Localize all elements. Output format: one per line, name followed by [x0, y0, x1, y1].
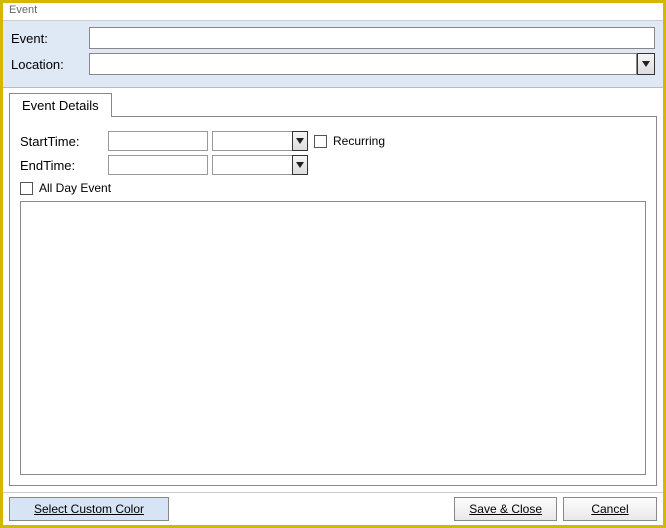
starttime-label: StartTime: — [20, 134, 108, 149]
location-label: Location: — [11, 57, 89, 72]
allday-checkbox[interactable] — [20, 182, 33, 195]
end-time-dropdown-button[interactable] — [292, 155, 308, 175]
end-time-input[interactable] — [212, 155, 292, 175]
event-window: Event Event: Location: Event Details Sta… — [0, 0, 666, 528]
footer: Select Custom Color Save & Close Cancel — [3, 492, 663, 525]
chevron-down-icon — [296, 138, 304, 144]
event-row: Event: — [11, 27, 655, 49]
end-date-input[interactable] — [108, 155, 208, 175]
end-time-combo — [212, 155, 308, 175]
notes-textarea[interactable] — [20, 201, 646, 475]
allday-row: All Day Event — [20, 181, 646, 195]
location-input[interactable] — [89, 53, 637, 75]
start-date-input[interactable] — [108, 131, 208, 151]
tab-event-details[interactable]: Event Details — [9, 93, 112, 117]
start-time-input[interactable] — [212, 131, 292, 151]
tab-body: StartTime: Recurring EndTime: — [9, 116, 657, 486]
tab-container: Event Details StartTime: Recurring EndT — [3, 88, 663, 492]
chevron-down-icon — [296, 162, 304, 168]
cancel-button[interactable]: Cancel — [563, 497, 657, 521]
location-dropdown-button[interactable] — [637, 53, 655, 75]
chevron-down-icon — [642, 61, 650, 67]
event-input[interactable] — [89, 27, 655, 49]
window-title: Event — [3, 3, 663, 21]
event-label: Event: — [11, 31, 89, 46]
allday-label: All Day Event — [39, 181, 111, 195]
location-combo — [89, 53, 655, 75]
location-row: Location: — [11, 53, 655, 75]
header-area: Event: Location: — [3, 21, 663, 88]
endtime-row: EndTime: — [20, 155, 646, 175]
save-and-close-button[interactable]: Save & Close — [454, 497, 557, 521]
recurring-checkbox[interactable] — [314, 135, 327, 148]
recurring-label: Recurring — [333, 134, 385, 148]
starttime-row: StartTime: Recurring — [20, 131, 646, 151]
tab-header: Event Details — [9, 92, 657, 116]
select-custom-color-button[interactable]: Select Custom Color — [9, 497, 169, 521]
endtime-label: EndTime: — [20, 158, 108, 173]
start-time-combo — [212, 131, 308, 151]
start-time-dropdown-button[interactable] — [292, 131, 308, 151]
recurring-group: Recurring — [314, 134, 385, 148]
